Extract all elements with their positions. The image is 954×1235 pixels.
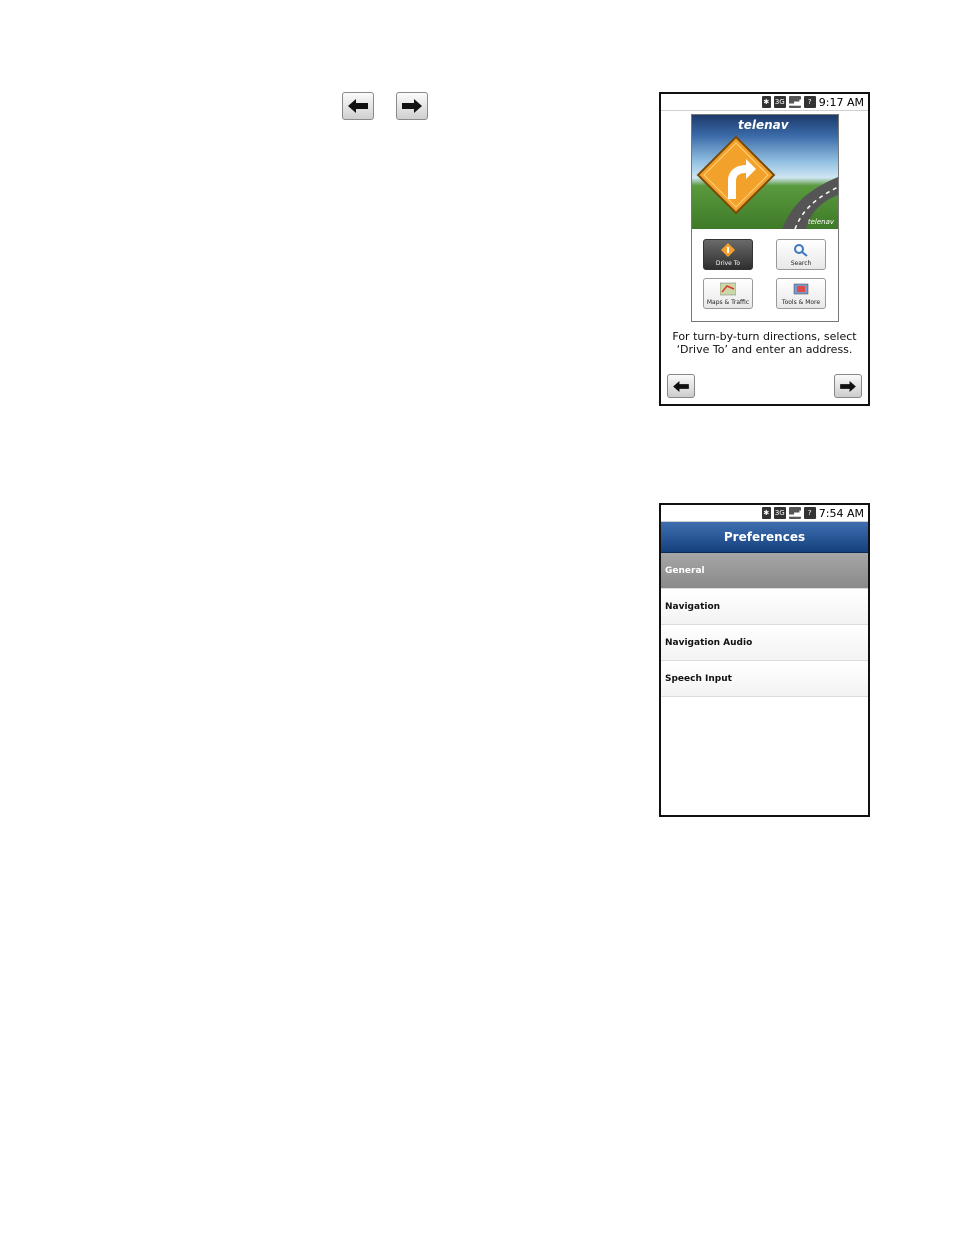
maps-traffic-button[interactable]: Maps & Traffic — [703, 278, 753, 309]
powered-by-label: telenav — [807, 218, 834, 226]
status-bar: ✱ 3G ▂▄▆ ? 9:17 AM — [661, 94, 868, 111]
preferences-title: Preferences — [661, 522, 868, 553]
right-arrow-icon — [402, 99, 422, 113]
pref-item-speech-input[interactable]: Speech Input — [661, 661, 868, 697]
telenav-banner: telenav telenav — [692, 115, 838, 229]
phone-screen-preferences: ✱ 3G ▂▄▆ ? 7:54 AM Preferences General N… — [659, 503, 870, 817]
phone-back-button[interactable] — [667, 374, 695, 398]
signal-icon: ▂▄▆ — [788, 507, 805, 519]
instruction-caption: For turn-by-turn directions, select ‘Dri… — [661, 330, 868, 356]
status-time: 7:54 AM — [818, 506, 864, 520]
tools-more-label: Tools & More — [781, 299, 821, 306]
road-sign-illustration — [696, 135, 838, 229]
signal-icon: ▂▄▆ — [788, 96, 805, 108]
bluetooth-icon: ✱ — [761, 507, 771, 519]
sim-unknown-icon: ? — [803, 507, 816, 519]
search-icon — [794, 244, 808, 257]
left-arrow-icon — [673, 380, 689, 392]
maps-traffic-label: Maps & Traffic — [706, 299, 750, 306]
bluetooth-icon: ✱ — [761, 96, 771, 108]
caption-line-2: ‘Drive To’ and enter an address. — [676, 343, 853, 356]
search-button[interactable]: Search — [776, 239, 826, 270]
drive-to-button[interactable]: Drive To — [703, 239, 753, 270]
drive-to-label: Drive To — [715, 260, 741, 267]
next-button[interactable] — [396, 92, 428, 120]
sim-unknown-icon: ? — [803, 96, 816, 108]
maps-traffic-icon — [719, 282, 737, 296]
left-arrow-icon — [348, 99, 368, 113]
phone-screen-main-menu: ✱ 3G ▂▄▆ ? 9:17 AM telenav telenav Drive… — [659, 92, 870, 406]
3g-icon: 3G — [773, 507, 786, 519]
status-bar: ✱ 3G ▂▄▆ ? 7:54 AM — [661, 505, 868, 522]
status-time: 9:17 AM — [818, 95, 864, 109]
drive-to-icon — [721, 243, 735, 257]
right-arrow-icon — [840, 380, 856, 392]
3g-icon: 3G — [773, 96, 786, 108]
caption-line-1: For turn-by-turn directions, select — [672, 330, 857, 343]
tools-more-icon — [793, 283, 809, 295]
tools-more-button[interactable]: Tools & More — [776, 278, 826, 309]
back-button[interactable] — [342, 92, 374, 120]
preferences-list: General Navigation Navigation Audio Spee… — [661, 553, 868, 697]
pref-item-navigation-audio[interactable]: Navigation Audio — [661, 625, 868, 661]
phone-next-button[interactable] — [834, 374, 862, 398]
pref-item-navigation[interactable]: Navigation — [661, 589, 868, 625]
main-menu-panel: telenav telenav Drive To Search Maps & T… — [691, 114, 839, 322]
search-label: Search — [790, 260, 812, 267]
pref-item-general[interactable]: General — [661, 553, 868, 589]
